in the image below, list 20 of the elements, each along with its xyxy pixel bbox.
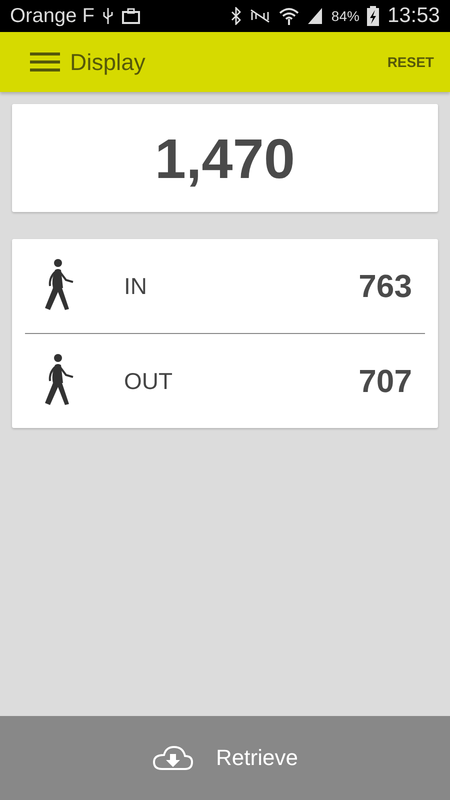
counter-value: 707 xyxy=(358,362,412,400)
counter-label: IN xyxy=(124,272,148,300)
carrier-name: Orange F xyxy=(10,4,94,28)
briefcase-icon xyxy=(122,8,140,24)
retrieve-button[interactable]: Retrieve xyxy=(0,716,450,800)
counter-value: 763 xyxy=(358,268,412,304)
counter-label: OUT xyxy=(124,368,174,394)
battery-charging-icon xyxy=(367,6,380,26)
bluetooth-icon xyxy=(231,7,242,25)
clock-time: 13:53 xyxy=(387,4,440,28)
signal-icon xyxy=(307,7,324,25)
cloud-download-icon xyxy=(152,745,194,771)
usb-icon xyxy=(102,7,114,25)
battery-percent: 84% xyxy=(331,8,360,24)
menu-icon[interactable] xyxy=(30,52,60,72)
total-count: 1,470 xyxy=(154,126,296,190)
wifi-icon xyxy=(279,7,300,25)
screen-title: Display xyxy=(70,48,146,76)
reset-button[interactable]: RESET xyxy=(387,50,434,74)
muted-icon xyxy=(249,8,272,24)
